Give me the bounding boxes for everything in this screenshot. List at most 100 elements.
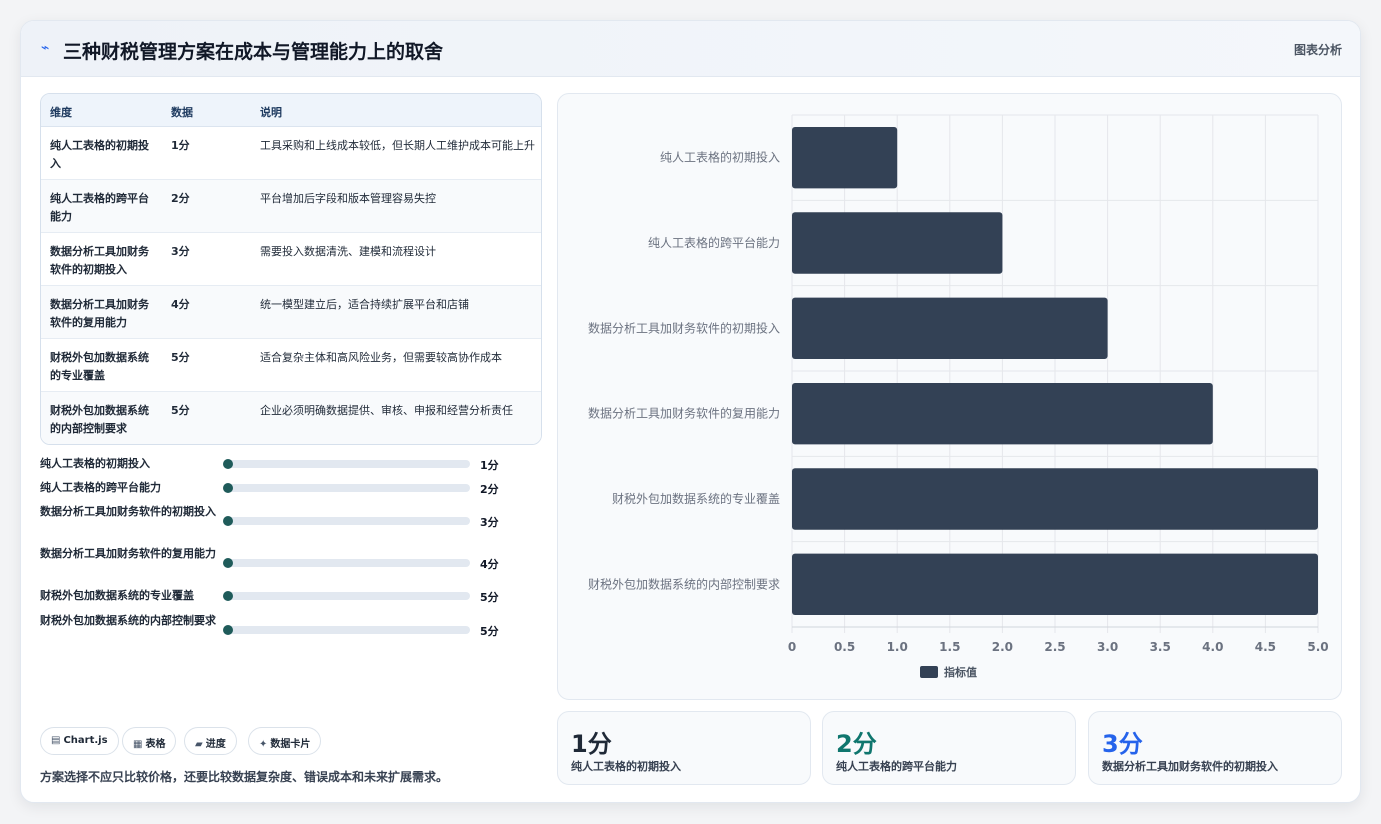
progress-fill xyxy=(223,516,233,526)
x-tick-label: 1.0 xyxy=(887,640,908,654)
x-tick-label: 3.5 xyxy=(1150,640,1171,654)
row-value: 1分 xyxy=(171,139,190,152)
legend-swatch xyxy=(920,666,938,678)
row-dimension: 数据分析工具加财务软件的复用能力 xyxy=(50,298,149,329)
bar xyxy=(792,126,898,189)
table-icon: ▦ xyxy=(133,739,143,750)
progress-fill xyxy=(223,483,233,493)
table-header-dimension: 维度 xyxy=(50,106,72,119)
y-category-label: 财税外包加数据系统的内部控制要求 xyxy=(588,576,780,591)
row-dimension: 财税外包加数据系统的内部控制要求 xyxy=(50,404,149,435)
row-description: 统一模型建立后，适合持续扩展平台和店铺 xyxy=(260,298,469,311)
progress-value: 1分 xyxy=(480,459,499,472)
row-dimension: 纯人工表格的初期投入 xyxy=(50,139,149,170)
progress-track xyxy=(223,483,470,493)
chip-data-card[interactable]: ✦ 数据卡片 xyxy=(248,727,322,755)
table-row: 财税外包加数据系统的内部控制要求 5分 企业必须明确数据提供、审核、申报和经营分… xyxy=(41,392,541,444)
row-value: 3分 xyxy=(171,245,190,258)
bar-chart: 0 0.5 1.0 1.5 2.0 2.5 3.0 3.5 4.0 4.5 5.0 纯人工表格的初期投… xyxy=(588,114,1329,679)
x-tick-label: 2.0 xyxy=(992,640,1013,654)
progress-track xyxy=(223,516,470,526)
chip-progress[interactable]: ▰ 进度 xyxy=(184,727,237,755)
y-category-label: 纯人工表格的跨平台能力 xyxy=(648,235,780,250)
table-row: 纯人工表格的跨平台能力 2分 平台增加后字段和版本管理容易失控 xyxy=(41,180,541,233)
sparkle-icon: ✦ xyxy=(259,739,268,750)
folder-icon: ▰ xyxy=(195,739,203,750)
progress-track xyxy=(223,459,470,469)
progress-label: 纯人工表格的初期投入 xyxy=(40,457,150,470)
row-description: 适合复杂主体和高风险业务，但需要较高协作成本 xyxy=(260,351,502,364)
main-card: ⌁ 三种财税管理方案在成本与管理能力上的取舍 图表分析 维度 数据 说明 纯人工… xyxy=(20,20,1361,803)
progress-label: 财税外包加数据系统的内部控制要求 xyxy=(40,614,216,627)
stat-card: 3分 数据分析工具加财务软件的初期投入 xyxy=(1088,711,1342,785)
table-header-description: 说明 xyxy=(260,106,282,119)
x-tick-label: 4.0 xyxy=(1202,640,1223,654)
chip-label: 表格 xyxy=(145,739,166,750)
progress-label: 数据分析工具加财务软件的初期投入 xyxy=(40,505,216,518)
bar xyxy=(792,212,1003,274)
legend-label: 指标值 xyxy=(944,665,977,679)
stat-value: 3分 xyxy=(1102,730,1143,758)
bar xyxy=(792,382,1213,445)
progress-track xyxy=(223,625,470,635)
y-category-label: 数据分析工具加财务软件的复用能力 xyxy=(588,406,780,421)
x-tick-label: 0.5 xyxy=(834,640,855,654)
progress-fill xyxy=(223,459,233,469)
row-description: 需要投入数据清洗、建模和流程设计 xyxy=(260,245,436,258)
row-dimension: 数据分析工具加财务软件的初期投入 xyxy=(50,245,149,276)
table-row: 数据分析工具加财务软件的初期投入 3分 需要投入数据清洗、建模和流程设计 xyxy=(41,233,541,286)
bar xyxy=(792,553,1318,616)
progress-label: 财税外包加数据系统的专业覆盖 xyxy=(40,589,194,602)
page-title: 三种财税管理方案在成本与管理能力上的取舍 xyxy=(63,41,444,63)
stat-value: 2分 xyxy=(836,730,877,758)
stat-card: 1分 纯人工表格的初期投入 xyxy=(557,711,811,785)
table-row: 纯人工表格的初期投入 1分 工具采购和上线成本较低，但长期人工维护成本可能上升 xyxy=(41,127,541,180)
chip-label: 进度 xyxy=(205,739,226,750)
row-value: 5分 xyxy=(171,404,190,417)
progress-label: 数据分析工具加财务软件的复用能力 xyxy=(40,547,216,560)
y-category-label: 财税外包加数据系统的专业覆盖 xyxy=(612,491,780,506)
stat-card: 2分 纯人工表格的跨平台能力 xyxy=(822,711,1076,785)
chart-panel: 0 0.5 1.0 1.5 2.0 2.5 3.0 3.5 4.0 4.5 5.0 纯人工表格的初期投… xyxy=(557,93,1342,700)
x-tick-label: 5.0 xyxy=(1307,640,1328,654)
header-tag: 图表分析 xyxy=(1293,43,1342,57)
lightning-icon: ⌁ xyxy=(41,40,50,56)
row-description: 平台增加后字段和版本管理容易失控 xyxy=(260,192,436,205)
stat-value: 1分 xyxy=(571,730,612,758)
y-category-label: 数据分析工具加财务软件的初期投入 xyxy=(588,320,780,335)
progress-label: 纯人工表格的跨平台能力 xyxy=(40,481,161,494)
x-tick-label: 2.5 xyxy=(1044,640,1065,654)
row-value: 2分 xyxy=(171,192,190,205)
header: ⌁ 三种财税管理方案在成本与管理能力上的取舍 图表分析 xyxy=(21,21,1360,77)
progress-fill xyxy=(223,625,233,635)
progress-fill xyxy=(223,558,233,568)
chip-chartjs[interactable]: ▤ Chart.js xyxy=(40,727,119,755)
row-description: 工具采购和上线成本较低，但长期人工维护成本可能上升 xyxy=(260,139,535,152)
table-row: 财税外包加数据系统的专业覆盖 5分 适合复杂主体和高风险业务，但需要较高协作成本 xyxy=(41,339,541,392)
bar xyxy=(792,468,1318,530)
chip-label: 数据卡片 xyxy=(270,739,311,750)
row-dimension: 纯人工表格的跨平台能力 xyxy=(50,192,149,223)
x-tick-label: 3.0 xyxy=(1097,640,1118,654)
progress-value: 3分 xyxy=(480,516,499,529)
chip-table[interactable]: ▦ 表格 xyxy=(122,727,177,755)
progress-track xyxy=(223,591,470,601)
row-dimension: 财税外包加数据系统的专业覆盖 xyxy=(50,351,149,382)
stat-label: 纯人工表格的跨平台能力 xyxy=(836,760,957,773)
progress-value: 2分 xyxy=(480,483,499,496)
row-description: 企业必须明确数据提供、审核、申报和经营分析责任 xyxy=(260,404,513,417)
y-category-label: 纯人工表格的初期投入 xyxy=(660,150,780,165)
bar xyxy=(792,297,1108,360)
x-tick-label: 4.5 xyxy=(1255,640,1276,654)
progress-value: 4分 xyxy=(480,558,499,571)
progress-track xyxy=(223,558,470,568)
table-header-data: 数据 xyxy=(171,106,193,119)
chip-label: Chart.js xyxy=(63,735,108,746)
progress-value: 5分 xyxy=(480,625,499,638)
x-tick-label: 1.5 xyxy=(939,640,960,654)
progress-fill xyxy=(223,591,233,601)
stat-label: 数据分析工具加财务软件的初期投入 xyxy=(1102,760,1278,773)
footnote: 方案选择不应只比较价格，还要比较数据复杂度、错误成本和未来扩展需求。 xyxy=(40,770,449,784)
row-value: 5分 xyxy=(171,351,190,364)
row-value: 4分 xyxy=(171,298,190,311)
